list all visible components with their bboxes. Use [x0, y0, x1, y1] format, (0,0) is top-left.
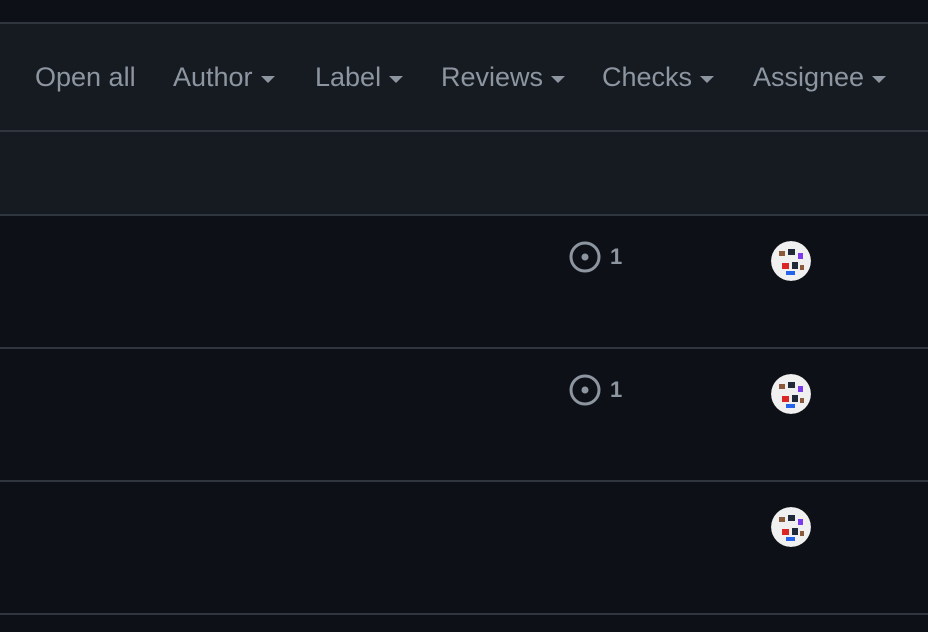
author-filter-label: Author: [173, 61, 253, 92]
top-strip: [0, 0, 928, 24]
list-item[interactable]: 1: [0, 349, 928, 482]
author-filter[interactable]: Author: [173, 24, 275, 130]
reviews-filter-label: Reviews: [441, 61, 544, 92]
review-status-icon: [569, 241, 601, 273]
checks-filter-label: Checks: [602, 61, 693, 92]
review-status[interactable]: 1: [568, 240, 622, 274]
avatar[interactable]: [771, 507, 811, 547]
label-filter-label: Label: [315, 61, 382, 92]
caret-down-icon: [260, 75, 275, 83]
caret-down-icon: [551, 75, 566, 83]
reviews-filter[interactable]: Reviews: [441, 24, 566, 130]
filter-bar: Open all Author Label Reviews Checks Ass…: [0, 24, 928, 132]
review-status-icon: [569, 374, 601, 406]
label-filter[interactable]: Label: [315, 24, 404, 130]
cutoff-filter-edge: [922, 24, 928, 130]
list-header: [0, 132, 928, 216]
avatar[interactable]: [771, 241, 811, 281]
assignee-filter[interactable]: Assignee: [753, 24, 887, 130]
review-count: 1: [610, 244, 623, 269]
caret-down-icon: [389, 75, 404, 83]
open-all-button[interactable]: Open all: [35, 24, 136, 130]
avatar[interactable]: [771, 374, 811, 414]
open-all-label: Open all: [35, 61, 136, 92]
review-status[interactable]: 1: [568, 373, 622, 407]
list-item[interactable]: 1: [0, 216, 928, 349]
review-count: 1: [610, 377, 623, 402]
caret-down-icon: [872, 75, 887, 83]
assignee-filter-label: Assignee: [753, 61, 865, 92]
assignee-avatar-icon: [771, 241, 811, 281]
assignee-avatar-icon: [771, 507, 811, 547]
list-item[interactable]: [0, 482, 928, 615]
caret-down-icon: [700, 75, 715, 83]
assignee-avatar-icon: [771, 374, 811, 414]
checks-filter[interactable]: Checks: [602, 24, 715, 130]
